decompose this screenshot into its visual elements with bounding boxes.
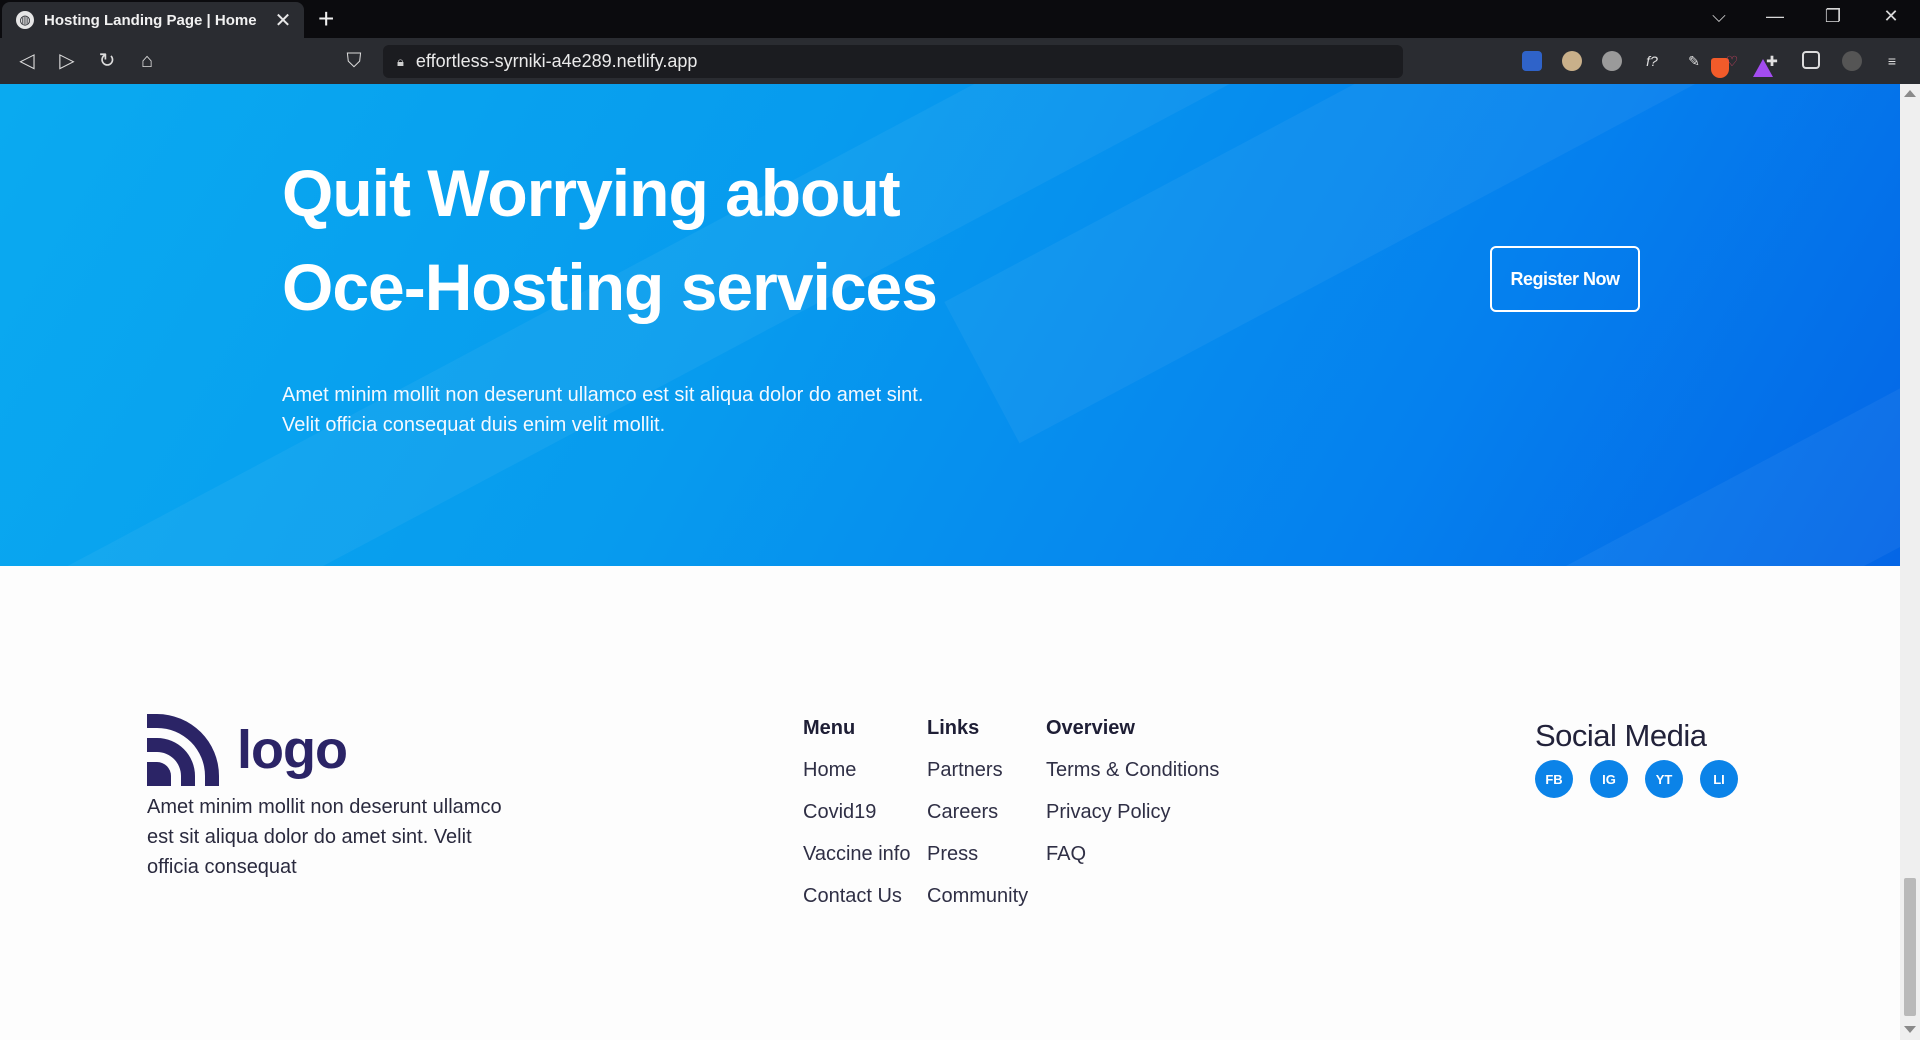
scrollbar-thumb[interactable] bbox=[1904, 878, 1916, 1016]
facebook-button[interactable]: FB bbox=[1535, 760, 1573, 798]
social-links: FB IG YT LI bbox=[1535, 760, 1755, 798]
pacman-ext-icon[interactable] bbox=[1602, 51, 1622, 71]
logo-mark-icon bbox=[147, 714, 219, 786]
puzzle-ext-icon[interactable]: ✚ bbox=[1762, 51, 1782, 71]
tab-close-icon[interactable]: ✕ bbox=[272, 8, 294, 33]
browser-title-bar: ◍ Hosting Landing Page | Home ✕ + ⌵ — ❐ … bbox=[0, 0, 1920, 38]
forward-icon[interactable]: ▷ bbox=[54, 48, 80, 74]
bookmark-icon[interactable]: ⛉ bbox=[341, 48, 367, 74]
reload-icon[interactable]: ↻ bbox=[94, 48, 120, 74]
footer-link-community[interactable]: Community bbox=[927, 885, 1028, 927]
globe-icon: ◍ bbox=[16, 11, 34, 29]
footer-column-overview: Overview Terms & Conditions Privacy Poli… bbox=[1046, 717, 1219, 885]
footer-column-links: Links Partners Careers Press Community bbox=[927, 717, 1028, 927]
instagram-button[interactable]: IG bbox=[1590, 760, 1628, 798]
close-window-button[interactable]: ✕ bbox=[1868, 6, 1914, 27]
pocket-ext-icon[interactable]: ♡ bbox=[1722, 51, 1742, 71]
social-media-heading: Social Media bbox=[1535, 718, 1707, 753]
cta-banner: Quit Worrying about Oce-Hosting services… bbox=[0, 84, 1900, 566]
footer-link-privacy-policy[interactable]: Privacy Policy bbox=[1046, 801, 1219, 843]
address-bar[interactable]: 🔒︎ effortless-syrniki-a4e289.netlify.app bbox=[383, 45, 1773, 78]
lock-icon: 🔒︎ bbox=[397, 53, 404, 69]
footer-logo[interactable]: logo bbox=[147, 714, 348, 786]
footer-link-home[interactable]: Home bbox=[803, 759, 910, 801]
scroll-down-arrow-icon[interactable] bbox=[1904, 1026, 1916, 1033]
footer-link-faq[interactable]: FAQ bbox=[1046, 843, 1219, 885]
tab-search-icon[interactable]: ⌵ bbox=[1696, 6, 1742, 27]
footer-link-press[interactable]: Press bbox=[927, 843, 1028, 885]
font-ext-icon[interactable]: f? bbox=[1642, 51, 1662, 71]
restore-button[interactable]: ❐ bbox=[1810, 6, 1856, 27]
youtube-button[interactable]: YT bbox=[1645, 760, 1683, 798]
footer-link-vaccine-info[interactable]: Vaccine info bbox=[803, 843, 910, 885]
footer-link-contact-us[interactable]: Contact Us bbox=[803, 885, 910, 927]
back-icon[interactable]: ◁ bbox=[14, 48, 40, 74]
footer-link-partners[interactable]: Partners bbox=[927, 759, 1028, 801]
shield-ext-icon[interactable] bbox=[1522, 51, 1542, 71]
footer-link-terms[interactable]: Terms & Conditions bbox=[1046, 759, 1219, 801]
pen-ext-icon[interactable]: ✎ bbox=[1684, 51, 1704, 71]
linkedin-button[interactable]: LI bbox=[1700, 760, 1738, 798]
banner-heading-line2: Oce-Hosting services bbox=[282, 250, 938, 324]
banner-heading-line1: Quit Worrying about bbox=[282, 156, 901, 230]
menu-icon[interactable]: ≡ bbox=[1882, 51, 1902, 71]
home-icon[interactable]: ⌂ bbox=[134, 48, 160, 74]
browser-toolbar: ◁ ▷ ↻ ⌂ ⛉ 🔒︎ effortless-syrniki-a4e289.n… bbox=[0, 38, 1920, 84]
register-now-button[interactable]: Register Now bbox=[1490, 246, 1640, 312]
page-viewport: Quit Worrying about Oce-Hosting services… bbox=[0, 84, 1900, 1040]
tab-title: Hosting Landing Page | Home bbox=[44, 11, 257, 29]
url-text: effortless-syrniki-a4e289.netlify.app bbox=[415, 51, 698, 71]
sidebar-icon[interactable] bbox=[1802, 51, 1820, 69]
scroll-up-arrow-icon[interactable] bbox=[1904, 90, 1916, 97]
footer-column-menu: Menu Home Covid19 Vaccine info Contact U… bbox=[803, 717, 910, 927]
minimize-button[interactable]: — bbox=[1752, 6, 1798, 27]
column-heading: Menu bbox=[803, 717, 856, 739]
eyes-ext-icon[interactable] bbox=[1562, 51, 1582, 71]
column-heading: Links bbox=[927, 717, 980, 739]
footer-link-careers[interactable]: Careers bbox=[927, 801, 1028, 843]
footer-description: Amet minim mollit non deserunt ullamco e… bbox=[147, 796, 502, 878]
browser-tab[interactable]: ◍ Hosting Landing Page | Home ✕ bbox=[2, 2, 304, 38]
column-heading: Overview bbox=[1046, 717, 1135, 739]
profile-icon[interactable] bbox=[1842, 51, 1862, 71]
footer-link-covid19[interactable]: Covid19 bbox=[803, 801, 910, 843]
logo-text: logo bbox=[237, 720, 348, 780]
new-tab-button[interactable]: + bbox=[318, 4, 334, 34]
banner-description: Amet minim mollit non deserunt ullamco e… bbox=[282, 384, 924, 436]
banner-heading: Quit Worrying about Oce-Hosting services bbox=[282, 146, 1102, 334]
